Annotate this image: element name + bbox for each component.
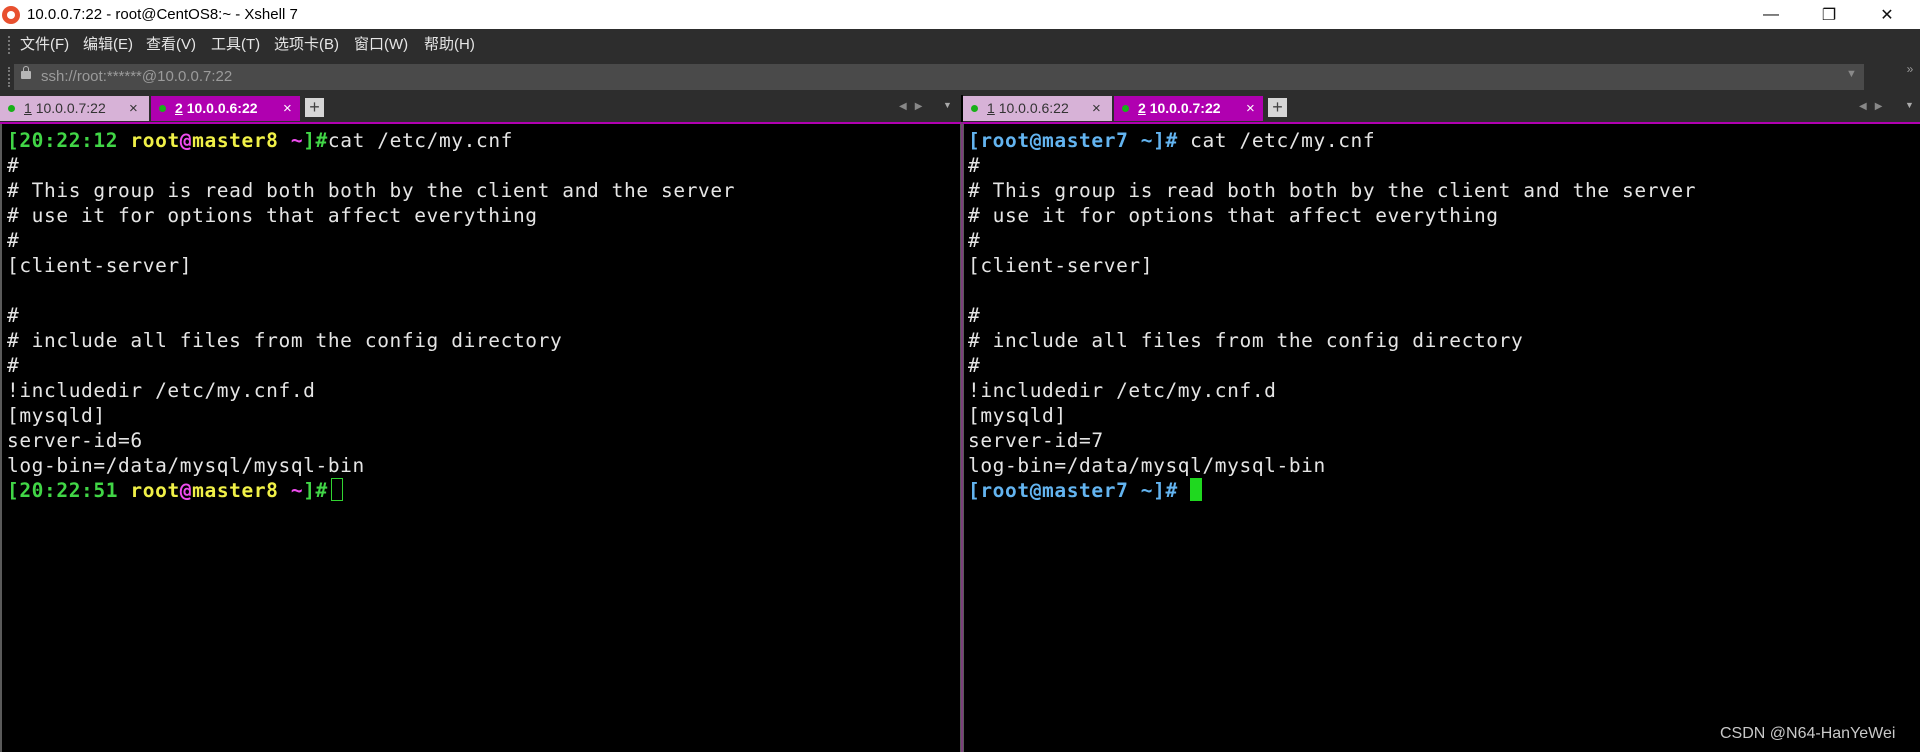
menu-help[interactable]: 帮助(H)	[424, 36, 475, 53]
terminal-cursor	[1189, 478, 1202, 501]
address-bar: ssh://root:******@10.0.0.7:22 ▼ »	[0, 59, 1920, 95]
output-line: server-id=7	[968, 429, 1104, 452]
right-tab-1-label: 10.0.0.6:22	[998, 100, 1069, 116]
right-tab-bar: 1 10.0.0.6:22 × 2 10.0.0.7:22 × + ◀▶ ▼	[963, 95, 1920, 122]
output-line: # use it for options that affect everyth…	[7, 204, 538, 227]
left-tab-bar: 1 10.0.0.7:22 × 2 10.0.0.6:22 × + ◀▶ ▼	[0, 95, 961, 122]
menu-tabs[interactable]: 选项卡(B)	[274, 36, 339, 53]
left-tab-1-label: 10.0.0.7:22	[35, 100, 106, 116]
left-tab-1[interactable]: 1 10.0.0.7:22 ×	[0, 96, 149, 121]
left-terminal-pane[interactable]: [20:22:12 root@master8 ~]#cat /etc/my.cn…	[0, 124, 961, 752]
command-text: cat /etc/my.cnf	[1190, 129, 1376, 152]
xshell-app-icon	[2, 6, 20, 24]
left-tab-2[interactable]: 2 10.0.0.6:22 ×	[151, 96, 300, 121]
output-line: # include all files from the config dire…	[7, 329, 563, 352]
close-tab-icon[interactable]: ×	[1246, 96, 1255, 121]
connected-dot-icon	[159, 105, 166, 112]
output-line: log-bin=/data/mysql/mysql-bin	[7, 454, 365, 477]
output-line: #	[968, 154, 981, 177]
prompt-line: [root@master7 ~]#	[968, 478, 1696, 503]
connected-dot-icon	[1122, 105, 1129, 112]
close-tab-icon[interactable]: ×	[1092, 96, 1101, 121]
output-line: !includedir /etc/my.cnf.d	[7, 379, 316, 402]
output-line: # This group is read both both by the cl…	[7, 179, 736, 202]
output-line: !includedir /etc/my.cnf.d	[968, 379, 1277, 402]
new-tab-button[interactable]: +	[305, 98, 324, 117]
prompt-line: [root@master7 ~]# cat /etc/my.cnf	[968, 129, 1376, 152]
right-tab-1-number: 1	[987, 100, 995, 116]
left-tab-1-number: 1	[24, 100, 32, 116]
output-line: #	[968, 354, 981, 377]
connected-dot-icon	[971, 105, 978, 112]
output-line: #	[968, 229, 981, 252]
output-line: server-id=6	[7, 429, 143, 452]
left-tab-2-number: 2	[175, 100, 183, 116]
toolbar-overflow-icon[interactable]: »	[1900, 62, 1920, 76]
right-tab-2-label: 10.0.0.7:22	[1149, 100, 1221, 116]
prompt-line: [20:22:51 root@master8 ~]#	[7, 478, 735, 503]
prompt-line: [20:22:12 root@master8 ~]#cat /etc/my.cn…	[7, 129, 514, 152]
address-dropdown-icon[interactable]: ▼	[1846, 68, 1857, 80]
tab-scroll-arrows-icon[interactable]: ◀▶	[1859, 99, 1890, 115]
command-text: cat /etc/my.cnf	[327, 129, 514, 152]
close-tab-icon[interactable]: ×	[283, 96, 292, 121]
window-title: 10.0.0.7:22 - root@CentOS8:~ - Xshell 7	[27, 6, 298, 23]
menu-bar: 文件(F) 编辑(E) 查看(V) 工具(T) 选项卡(B) 窗口(W) 帮助(…	[0, 29, 1920, 59]
restore-button[interactable]: ❐	[1800, 0, 1858, 29]
new-tab-button[interactable]: +	[1268, 98, 1287, 117]
watermark: CSDN @N64-HanYeWei	[1720, 725, 1896, 742]
output-line: # use it for options that affect everyth…	[968, 204, 1499, 227]
output-line: #	[7, 304, 20, 327]
toolbar-grip[interactable]	[8, 36, 12, 54]
output-line: [client-server]	[7, 254, 193, 277]
output-line: [mysqld]	[968, 404, 1067, 427]
close-window-button[interactable]: ✕	[1858, 0, 1916, 29]
terminal-output: [20:22:12 root@master8 ~]#cat /etc/my.cn…	[7, 128, 735, 503]
output-line: #	[7, 154, 20, 177]
left-tab-2-label: 10.0.0.6:22	[186, 100, 258, 116]
address-field[interactable]: ssh://root:******@10.0.0.7:22 ▼	[14, 64, 1864, 90]
right-tab-2-number: 2	[1138, 100, 1146, 116]
tab-list-dropdown-icon[interactable]: ▼	[1905, 100, 1914, 110]
right-tab-2[interactable]: 2 10.0.0.7:22 ×	[1114, 96, 1263, 121]
output-line: log-bin=/data/mysql/mysql-bin	[968, 454, 1326, 477]
output-line: #	[7, 354, 20, 377]
title-bar: 10.0.0.7:22 - root@CentOS8:~ - Xshell 7 …	[0, 0, 1920, 29]
output-line: # This group is read both both by the cl…	[968, 179, 1697, 202]
right-terminal-pane[interactable]: [root@master7 ~]# cat /etc/my.cnf # # This…	[963, 124, 1920, 752]
close-tab-icon[interactable]: ×	[129, 96, 138, 121]
menu-tools[interactable]: 工具(T)	[211, 36, 260, 53]
output-line: [client-server]	[968, 254, 1154, 277]
output-line: [mysqld]	[7, 404, 106, 427]
right-tab-1[interactable]: 1 10.0.0.6:22 ×	[963, 96, 1112, 121]
output-line: #	[968, 304, 981, 327]
menu-view[interactable]: 查看(V)	[146, 36, 196, 53]
minimize-button[interactable]: —	[1742, 0, 1800, 29]
menu-file[interactable]: 文件(F)	[20, 36, 69, 53]
output-line: #	[7, 229, 20, 252]
terminal-output: [root@master7 ~]# cat /etc/my.cnf # # This…	[968, 128, 1696, 503]
address-value: ssh://root:******@10.0.0.7:22	[41, 68, 233, 85]
menu-window[interactable]: 窗口(W)	[354, 36, 408, 53]
address-grip[interactable]	[8, 67, 12, 87]
connected-dot-icon	[8, 105, 15, 112]
menu-edit[interactable]: 编辑(E)	[83, 36, 133, 53]
tab-list-dropdown-icon[interactable]: ▼	[943, 100, 952, 110]
terminal-cursor	[330, 478, 343, 501]
tab-scroll-arrows-icon[interactable]: ◀▶	[899, 99, 930, 115]
lock-icon	[21, 66, 31, 79]
output-line: # include all files from the config dire…	[968, 329, 1524, 352]
